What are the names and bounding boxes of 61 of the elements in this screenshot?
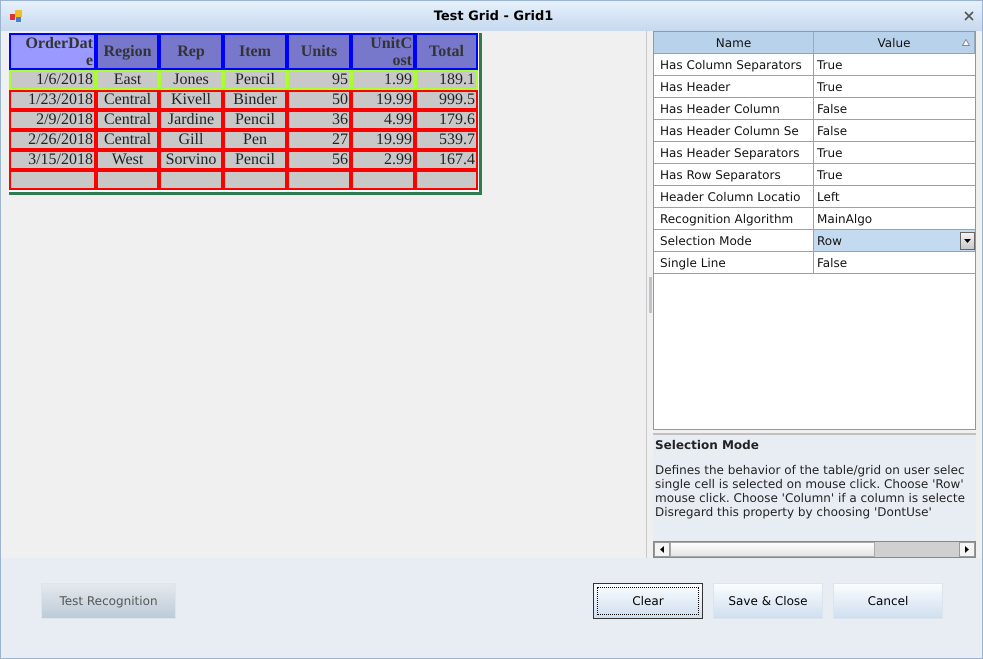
table-cell[interactable]: Binder <box>223 90 287 110</box>
app-icon <box>9 9 23 23</box>
table-cell[interactable]: 4.99 <box>351 110 415 130</box>
table-cell[interactable]: Pen <box>223 130 287 150</box>
property-value[interactable]: Row <box>814 230 975 251</box>
table-cell[interactable] <box>351 170 415 190</box>
table-cell[interactable]: 1.99 <box>351 70 415 90</box>
table-cell[interactable]: 999.5 <box>415 90 478 110</box>
table-cell[interactable]: Central <box>96 90 159 110</box>
table-cell[interactable]: 27 <box>287 130 351 150</box>
splitter-grip[interactable] <box>648 276 652 312</box>
table-cell[interactable] <box>415 170 478 190</box>
table-cell[interactable]: Pencil <box>223 150 287 170</box>
dialog-button[interactable]: Clear <box>593 583 703 619</box>
table-cell[interactable]: 36 <box>287 110 351 130</box>
table-cell[interactable] <box>9 170 96 190</box>
table-cell[interactable]: 2/26/2018 <box>9 130 96 150</box>
dialog-button[interactable]: Cancel <box>833 583 943 619</box>
scroll-left-icon[interactable] <box>654 542 670 557</box>
table-cell[interactable]: 19.99 <box>351 130 415 150</box>
sort-icon <box>962 39 970 46</box>
table-cell[interactable]: West <box>96 150 159 170</box>
horizontal-scrollbar[interactable] <box>653 541 976 558</box>
table-cell[interactable]: 50 <box>287 90 351 110</box>
table-cell[interactable]: 2/9/2018 <box>9 110 96 130</box>
dropdown-icon[interactable] <box>960 232 975 250</box>
close-icon[interactable] <box>964 11 974 21</box>
table-cell[interactable]: Pencil <box>223 70 287 90</box>
table-cell[interactable]: 56 <box>287 150 351 170</box>
scroll-right-icon[interactable] <box>959 542 975 557</box>
table-cell[interactable]: 95 <box>287 70 351 90</box>
description-title: Selection Mode <box>655 438 760 452</box>
dialog-button[interactable]: Save & Close <box>713 583 823 619</box>
table-cell[interactable]: Kivell <box>159 90 223 110</box>
table-cell[interactable]: Central <box>96 130 159 150</box>
scroll-thumb[interactable] <box>670 542 875 557</box>
table-cell[interactable]: Gill <box>159 130 223 150</box>
window-title: Test Grid - Grid1 <box>434 8 554 24</box>
table-cell[interactable] <box>223 170 287 190</box>
table-cell[interactable] <box>96 170 159 190</box>
table-cell[interactable]: East <box>96 70 159 90</box>
table-cell[interactable]: Pencil <box>223 110 287 130</box>
table-cell[interactable]: 2.99 <box>351 150 415 170</box>
description-text: Defines the behavior of the table/grid on user selec single cell is selected on mouse click. Choose 'Row' mouse click. Choose 'Column' if a column is selecte Disregard this property by choosing 'DontUse' <box>655 463 966 520</box>
table-cell[interactable]: 539.7 <box>415 130 478 150</box>
table-cell[interactable]: 167.4 <box>415 150 478 170</box>
column-header[interactable]: Name <box>654 32 814 53</box>
table-cell[interactable]: Sorvino <box>159 150 223 170</box>
table-cell[interactable]: 3/15/2018 <box>9 150 96 170</box>
table-cell[interactable]: Jones <box>159 70 223 90</box>
table-cell[interactable]: Jardine <box>159 110 223 130</box>
column-header[interactable]: OrderDat e <box>9 33 96 70</box>
table-cell[interactable]: Central <box>96 110 159 130</box>
table-cell[interactable]: 179.6 <box>415 110 478 130</box>
table-cell[interactable]: 1/23/2018 <box>9 90 96 110</box>
table-cell[interactable]: 189.1 <box>415 70 478 90</box>
table-cell[interactable] <box>287 170 351 190</box>
table-cell[interactable]: 1/6/2018 <box>9 70 96 90</box>
column-header[interactable]: Value <box>814 32 975 53</box>
table-cell[interactable] <box>159 170 223 190</box>
table-cell[interactable]: 19.99 <box>351 90 415 110</box>
